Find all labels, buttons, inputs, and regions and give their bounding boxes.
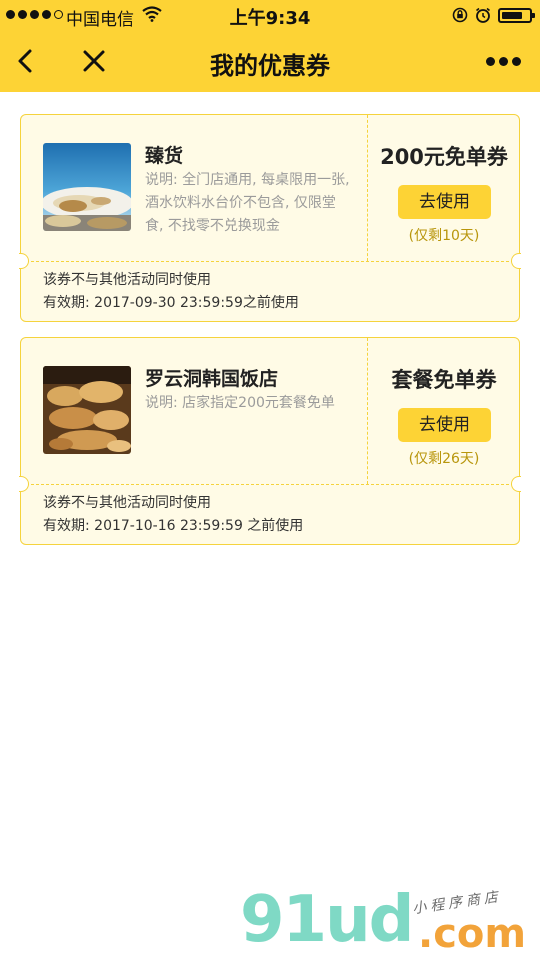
alarm-icon <box>476 7 490 23</box>
coupon-rule: 该券不与其他活动同时使用 <box>43 495 211 511</box>
use-coupon-button[interactable]: 去使用 <box>398 185 491 219</box>
shop-name: 臻货 <box>145 145 184 167</box>
days-remaining: (仅剩10天) <box>408 228 480 244</box>
orientation-lock-icon <box>452 7 468 23</box>
coupon-validity: 有效期: 2017-10-16 23:59:59 之前使用 <box>43 518 304 534</box>
shop-thumbnail <box>43 366 131 454</box>
more-icon[interactable] <box>486 54 524 68</box>
shop-name: 罗云洞韩国饭店 <box>145 368 279 390</box>
navigation-bar: 我的优惠券 <box>0 30 540 92</box>
coupon-description: 说明: 店家指定200元套餐免单 <box>145 395 335 411</box>
status-bar: 中国电信 上午9:34 <box>0 0 540 30</box>
coupon-validity: 有效期: 2017-09-30 23:59:59之前使用 <box>43 295 299 311</box>
coupon-description: 说明: 全门店通用, 每桌限用一张, 酒水饮料水台价不包含, 仅限堂食, 不找零… <box>145 172 350 234</box>
watermark-brand: 91ud <box>240 883 414 957</box>
coupon-card[interactable]: 罗云洞韩国饭店 说明: 店家指定200元套餐免单 套餐免单券 去使用 (仅剩26… <box>19 337 521 545</box>
watermark-logo: 91ud 小程序商店 .com <box>240 880 530 960</box>
watermark-domain: .com <box>418 911 527 957</box>
battery-icon <box>498 7 535 23</box>
coupon-card[interactable]: 臻货 说明: 全门店通用, 每桌限用一张, 酒水饮料水台价不包含, 仅限堂食, … <box>19 114 521 322</box>
close-icon[interactable] <box>78 44 110 78</box>
shop-thumbnail <box>43 143 131 231</box>
coupon-type: 套餐免单券 <box>391 368 497 392</box>
coupon-type: 200元免单券 <box>380 145 508 169</box>
use-coupon-button[interactable]: 去使用 <box>398 408 491 442</box>
back-arrow-icon[interactable] <box>10 44 46 78</box>
days-remaining: (仅剩26天) <box>408 451 480 467</box>
coupon-rule: 该券不与其他活动同时使用 <box>43 272 211 288</box>
